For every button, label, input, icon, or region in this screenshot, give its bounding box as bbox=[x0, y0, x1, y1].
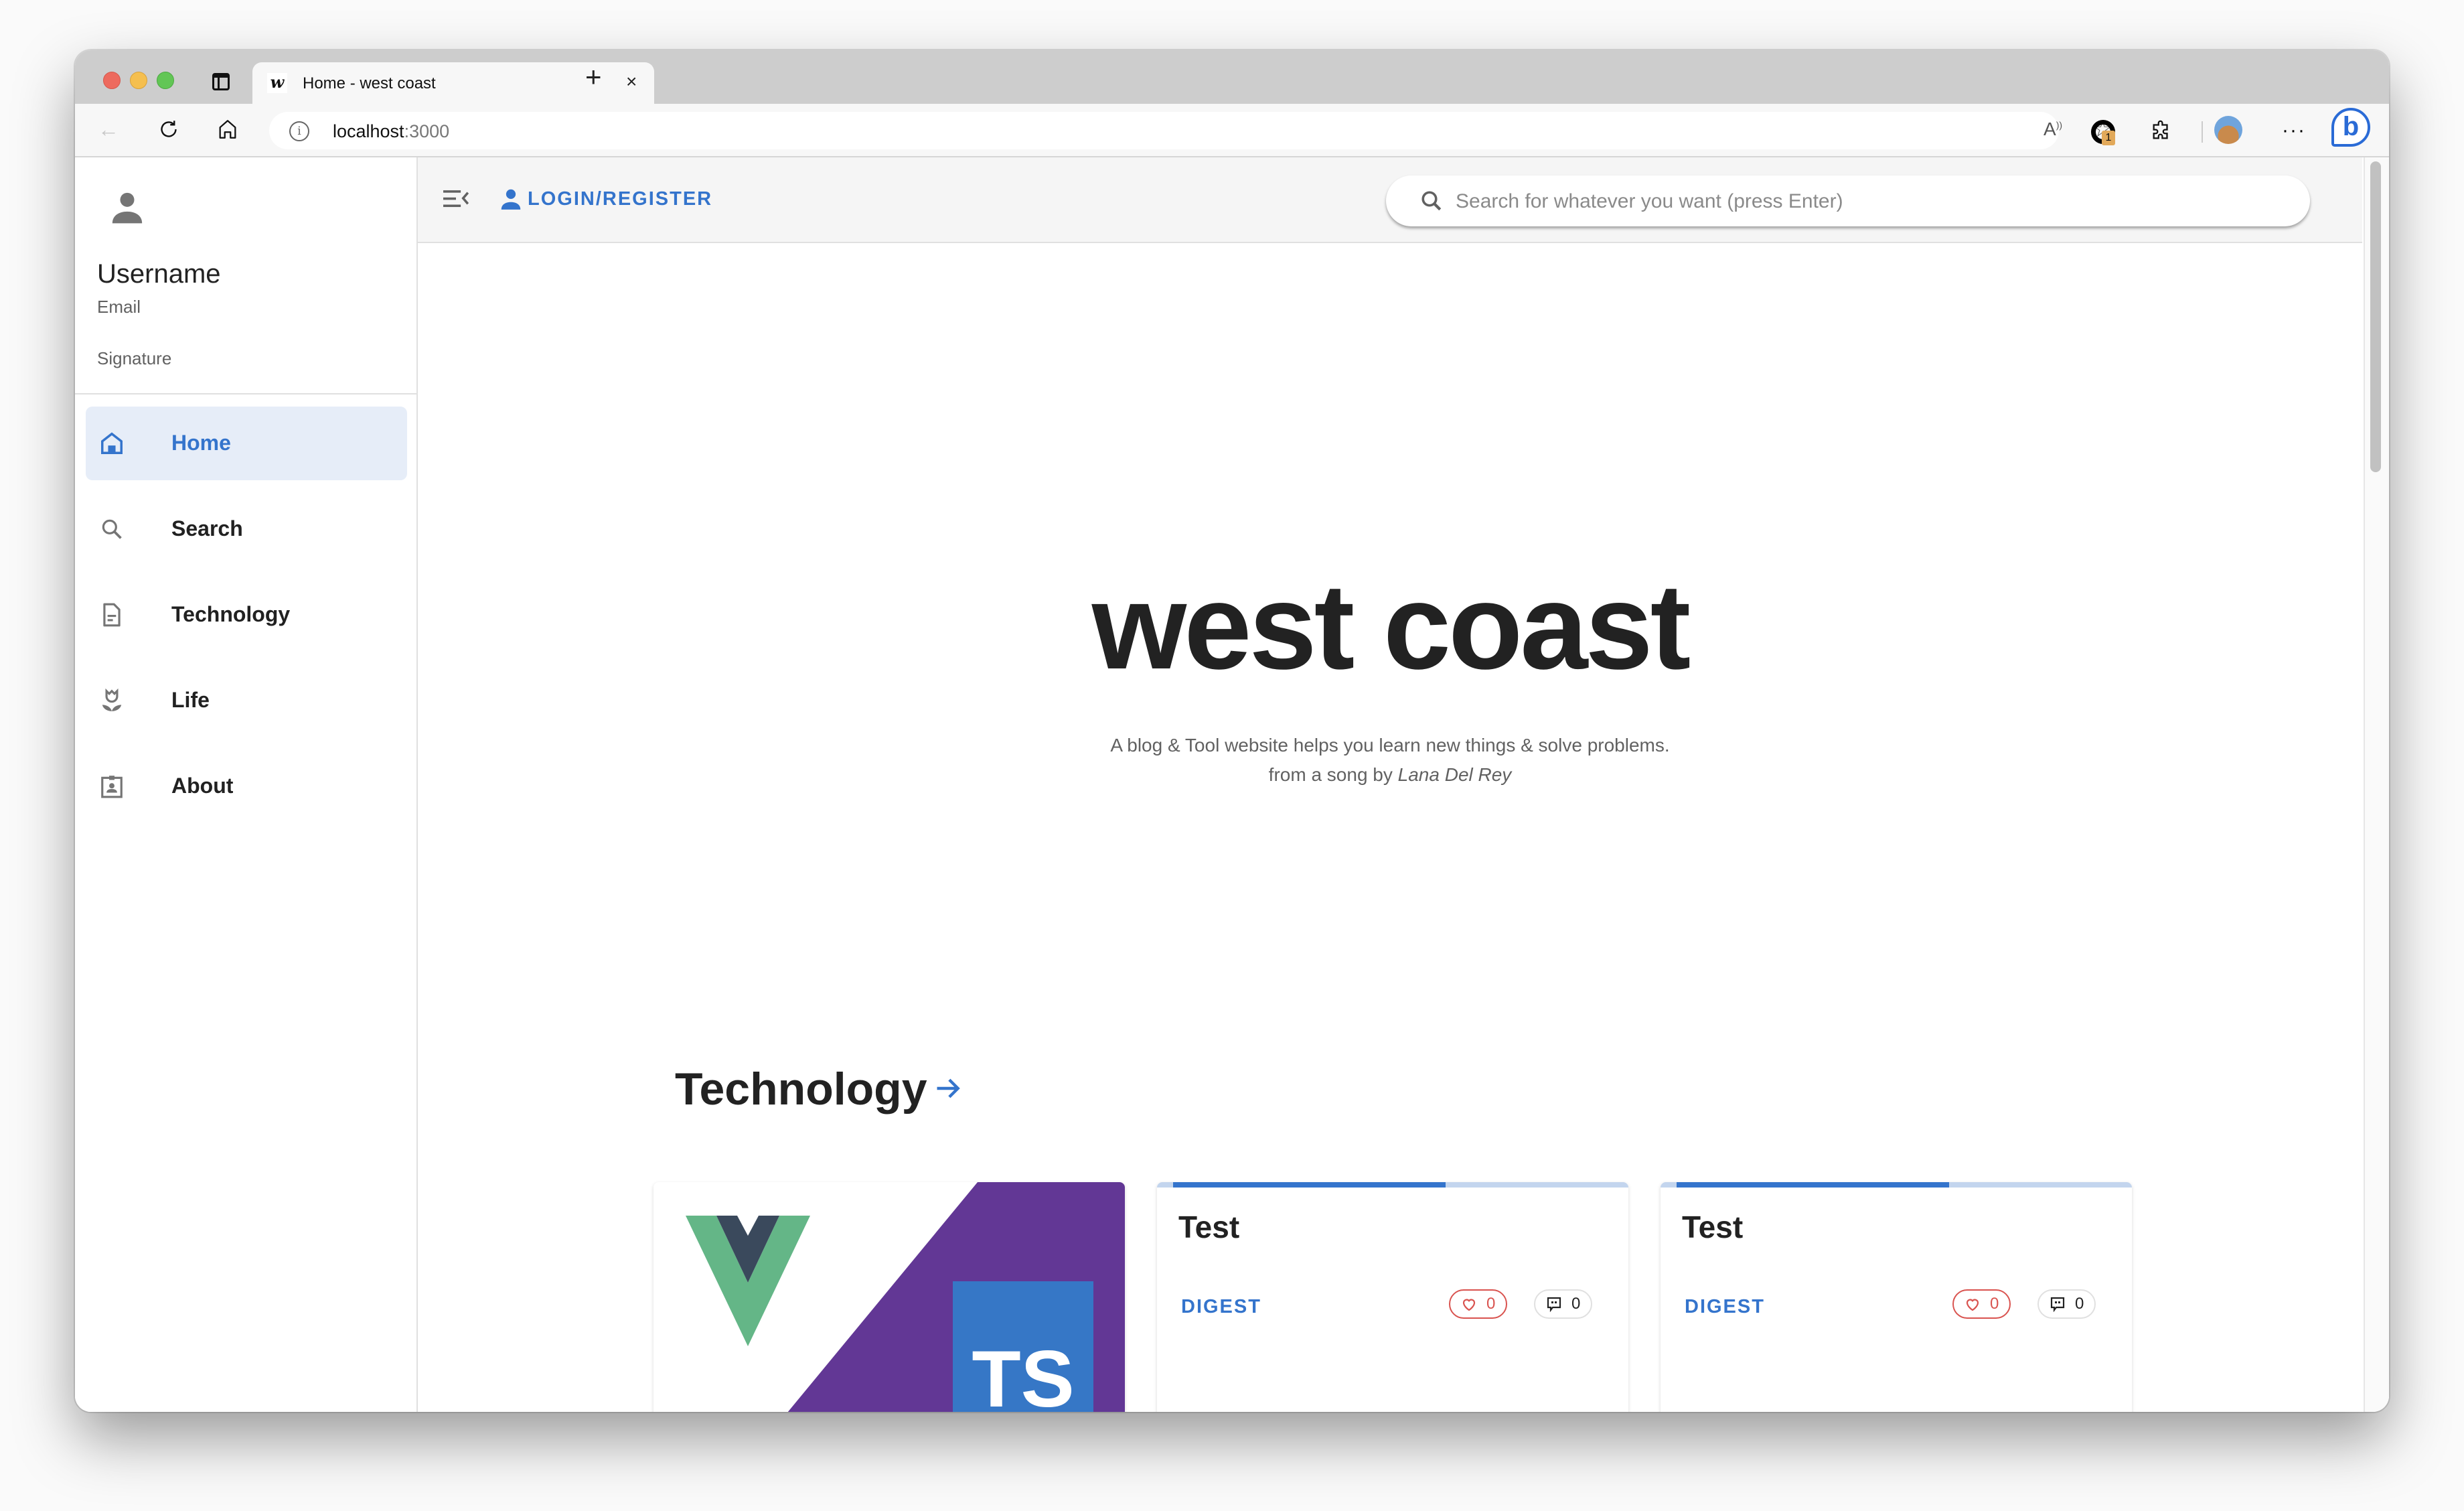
url-text[interactable]: localhost:3000 bbox=[333, 121, 449, 142]
sidebar-divider bbox=[75, 393, 416, 394]
new-tab-button[interactable]: + bbox=[585, 63, 602, 91]
cover-image: TS bbox=[653, 1182, 1125, 1412]
page-viewport: Username Email Signature Home Search Tec… bbox=[75, 157, 2389, 1412]
app-bar: LOGIN/REGISTER bbox=[418, 157, 2362, 243]
home-icon bbox=[101, 432, 123, 454]
sidebar-item-home[interactable]: Home bbox=[86, 407, 407, 480]
comment-chip[interactable]: 0 bbox=[2037, 1289, 2096, 1319]
login-register-button[interactable]: LOGIN/REGISTER bbox=[498, 184, 712, 214]
sidebar-item-label: Technology bbox=[171, 602, 291, 626]
username: Username bbox=[97, 259, 221, 289]
badge-icon bbox=[101, 776, 123, 798]
arrow-right-icon[interactable] bbox=[933, 1074, 963, 1103]
credit-prefix: from a song by bbox=[1268, 764, 1398, 785]
login-register-label: LOGIN/REGISTER bbox=[528, 188, 713, 210]
browser-window: w Home - west coast × + ← i localhost:30… bbox=[75, 50, 2389, 1412]
sidebar-item-life[interactable]: Life bbox=[86, 664, 407, 737]
like-chip[interactable]: 0 bbox=[1952, 1289, 2011, 1319]
comment-icon bbox=[2050, 1297, 2065, 1312]
sidebar-item-label: Home bbox=[171, 431, 231, 455]
user-signature: Signature bbox=[97, 348, 172, 368]
favicon-icon: w bbox=[267, 73, 287, 93]
comment-count: 0 bbox=[1571, 1295, 1581, 1313]
extension-icon[interactable]: 1 bbox=[2087, 116, 2116, 145]
like-count: 0 bbox=[1486, 1295, 1496, 1313]
hero-subtitle: A blog & Tool website helps you learn ne… bbox=[418, 731, 2362, 790]
extensions-puzzle-icon[interactable] bbox=[2147, 116, 2176, 145]
card-tag[interactable]: DIGEST bbox=[1685, 1296, 1765, 1318]
card-title: Test bbox=[1178, 1210, 1240, 1244]
sidebar-item-technology[interactable]: Technology bbox=[86, 578, 407, 652]
scrollbar-thumb[interactable] bbox=[2370, 161, 2381, 472]
url-host: localhost bbox=[333, 121, 404, 141]
card-title: Test bbox=[1682, 1210, 1744, 1244]
address-bar[interactable]: i localhost:3000 A)) ☆ bbox=[269, 112, 2112, 149]
sidebar-item-label: Life bbox=[171, 688, 210, 712]
tab-actions-icon[interactable] bbox=[212, 73, 230, 90]
home-icon[interactable] bbox=[214, 116, 241, 143]
heart-icon bbox=[1462, 1299, 1476, 1311]
post-card[interactable]: Test DIGEST 0 0 bbox=[1661, 1182, 2132, 1412]
hero-tagline: A blog & Tool website helps you learn ne… bbox=[1110, 735, 1670, 756]
url-port: :3000 bbox=[404, 121, 450, 141]
card-tag[interactable]: DIGEST bbox=[1181, 1296, 1261, 1318]
reading-progress-fill bbox=[1677, 1182, 1949, 1188]
search-field[interactable] bbox=[1386, 175, 2310, 226]
document-icon bbox=[103, 603, 121, 627]
sidebar-item-label: Search bbox=[171, 516, 243, 541]
back-icon[interactable]: ← bbox=[95, 116, 122, 143]
sidebar-item-label: About bbox=[171, 774, 234, 798]
ts-logo-text: TS bbox=[972, 1334, 1074, 1412]
account-icon bbox=[501, 189, 521, 210]
collapse-menu-icon[interactable] bbox=[443, 188, 469, 208]
more-options-icon[interactable]: ··· bbox=[2279, 116, 2309, 145]
post-card-image[interactable]: TS bbox=[653, 1182, 1125, 1412]
toolbar-divider bbox=[2202, 121, 2203, 143]
minimize-window-button[interactable] bbox=[130, 72, 147, 89]
close-window-button[interactable] bbox=[103, 72, 121, 89]
heart-icon bbox=[1966, 1299, 1979, 1311]
reading-progress-fill bbox=[1173, 1182, 1446, 1188]
dark-mode-icon[interactable] bbox=[2337, 187, 2364, 214]
like-chip[interactable]: 0 bbox=[1449, 1289, 1508, 1319]
comment-count: 0 bbox=[2075, 1295, 2084, 1313]
hero-credit: from a song by Lana Del Rey bbox=[418, 760, 2362, 790]
close-tab-icon[interactable]: × bbox=[626, 72, 637, 92]
tab-title: Home - west coast bbox=[303, 74, 436, 92]
comment-icon bbox=[1547, 1297, 1561, 1312]
search-input[interactable] bbox=[1454, 185, 2274, 218]
browser-toolbar: ← i localhost:3000 A)) ☆ 1 ··· b bbox=[75, 104, 2389, 157]
read-aloud-icon[interactable]: A)) bbox=[2044, 119, 2062, 140]
credit-artist: Lana Del Rey bbox=[1397, 764, 1512, 785]
sidebar-item-about[interactable]: About bbox=[86, 749, 407, 823]
page-scrollbar[interactable] bbox=[2364, 157, 2389, 1412]
bing-chat-icon[interactable]: b bbox=[2331, 108, 2370, 147]
hero-title: west coast bbox=[1091, 558, 1691, 695]
navigation-drawer: Username Email Signature Home Search Tec… bbox=[75, 157, 418, 1412]
section-title: Technology bbox=[675, 1064, 927, 1114]
post-card[interactable]: Test DIGEST 0 0 bbox=[1157, 1182, 1628, 1412]
reading-progress-bar bbox=[1661, 1182, 2132, 1188]
comment-chip[interactable]: 0 bbox=[1534, 1289, 1593, 1319]
maximize-window-button[interactable] bbox=[157, 72, 174, 89]
user-email: Email bbox=[97, 297, 141, 317]
reload-icon[interactable] bbox=[155, 116, 182, 143]
sidebar-item-search[interactable]: Search bbox=[86, 492, 407, 566]
like-count: 0 bbox=[1990, 1295, 1999, 1313]
profile-avatar[interactable] bbox=[2214, 116, 2242, 144]
search-icon bbox=[102, 519, 122, 539]
info-icon[interactable]: i bbox=[289, 121, 309, 141]
account-icon bbox=[112, 192, 143, 224]
tab-strip: w Home - west coast × + bbox=[75, 50, 2389, 104]
search-icon bbox=[1421, 191, 1442, 211]
extension-badge: 1 bbox=[2102, 131, 2115, 145]
reading-progress-bar bbox=[1157, 1182, 1628, 1188]
flower-icon bbox=[102, 688, 122, 711]
